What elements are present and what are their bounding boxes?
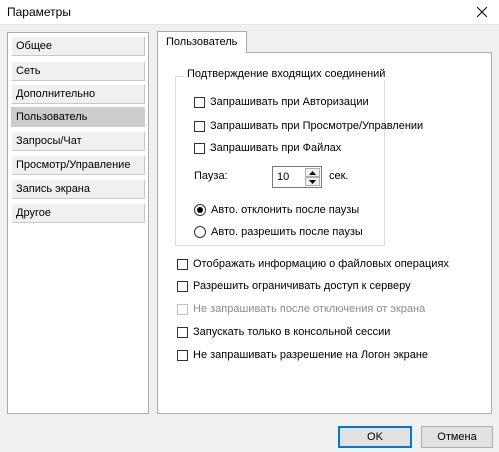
sidebar-item-view-control[interactable]: Просмотр/Управление [11, 155, 145, 175]
close-button[interactable] [465, 0, 499, 24]
checkbox-box[interactable] [194, 142, 205, 154]
sidebar-item-label: Просмотр/Управление [16, 159, 131, 171]
auto-reject-radio[interactable]: Авто. отклонить после паузы [194, 204, 359, 216]
sidebar-item-user[interactable]: Пользователь [11, 107, 145, 127]
checkbox-label: Не запрашивать после отключения от экран… [193, 303, 426, 315]
checkbox-box [177, 303, 188, 315]
sidebar-item-requests-chat[interactable]: Запросы/Чат [11, 131, 145, 151]
spin-up-button[interactable] [305, 168, 320, 177]
pause-unit-label: сек. [329, 170, 349, 182]
checkbox-label: Запускать только в консольной сессии [193, 326, 391, 338]
arrow-up-icon [309, 170, 316, 175]
checkbox-box[interactable] [194, 96, 205, 108]
checkbox-box[interactable] [194, 120, 205, 132]
close-icon [477, 7, 487, 17]
sidebar-item-label: Запросы/Чат [16, 135, 82, 147]
radio-label: Авто. отклонить после паузы [211, 204, 360, 216]
console-session-only-checkbox[interactable]: Запускать только в консольной сессии [177, 326, 390, 338]
checkbox-box[interactable] [177, 280, 188, 292]
category-list: Общее Сеть Дополнительно Пользователь За… [7, 32, 149, 414]
checkbox-label: Запрашивать при Авторизации [210, 96, 369, 108]
sidebar-item-label: Другое [16, 207, 51, 219]
sidebar-item-label: Пользователь [16, 111, 88, 123]
cancel-button-label: Отмена [437, 431, 477, 443]
no-ask-after-disconnect-checkbox: Не запрашивать после отключения от экран… [177, 303, 425, 315]
tab-user[interactable]: Пользователь [157, 31, 247, 53]
ask-on-view-control-checkbox[interactable]: Запрашивать при Просмотре/Управлении [194, 120, 423, 132]
no-ask-logon-screen-checkbox[interactable]: Не запрашивать разрешение на Логон экран… [177, 349, 428, 361]
group-title: Подтверждение входящих соединений [184, 68, 389, 80]
allow-restrict-access-checkbox[interactable]: Разрешить ограничивать доступ к серверу [177, 280, 411, 292]
auto-accept-radio[interactable]: Авто. разрешить после паузы [194, 226, 363, 238]
ask-on-authorization-checkbox[interactable]: Запрашивать при Авторизации [194, 96, 369, 108]
radio-circle[interactable] [194, 226, 206, 238]
arrow-down-icon [309, 179, 316, 184]
checkbox-label: Запрашивать при Просмотре/Управлении [210, 120, 424, 132]
checkbox-box[interactable] [177, 326, 188, 338]
checkbox-label: Отображать информацию о файловых операци… [193, 258, 449, 270]
spin-down-button[interactable] [305, 177, 320, 186]
ask-on-files-checkbox[interactable]: Запрашивать при Файлах [194, 142, 341, 154]
sidebar-item-label: Общее [16, 40, 53, 52]
sidebar-item-other[interactable]: Другое [11, 203, 145, 223]
sidebar-item-label: Запись экрана [16, 183, 91, 195]
settings-dialog: Параметры Общее Сеть Дополнительно Польз… [0, 0, 499, 452]
checkbox-label: Не запрашивать разрешение на Логон экран… [193, 349, 429, 361]
ok-button-label: OK [367, 431, 383, 443]
sidebar-item-label: Сеть [16, 65, 41, 77]
sidebar-item-screen-recording[interactable]: Запись экрана [11, 179, 145, 199]
title-bar[interactable]: Параметры [0, 0, 499, 25]
pause-input[interactable] [277, 169, 303, 185]
pause-spinner[interactable] [272, 166, 322, 188]
sidebar-item-general[interactable]: Общее [11, 36, 145, 56]
checkbox-label: Запрашивать при Файлах [210, 142, 342, 154]
radio-label: Авто. разрешить после паузы [211, 226, 363, 238]
radio-circle[interactable] [194, 204, 206, 216]
pause-label: Пауза: [194, 170, 228, 182]
sidebar-item-label: Дополнительно [16, 88, 96, 100]
show-file-operations-checkbox[interactable]: Отображать информацию о файловых операци… [177, 258, 449, 270]
checkbox-box[interactable] [177, 349, 188, 361]
sidebar-item-advanced[interactable]: Дополнительно [11, 84, 145, 104]
sidebar-item-network[interactable]: Сеть [11, 61, 145, 81]
ok-button[interactable]: OK [338, 426, 412, 448]
checkbox-label: Разрешить ограничивать доступ к серверу [193, 280, 411, 292]
cancel-button[interactable]: Отмена [421, 426, 493, 448]
window-title: Параметры [7, 5, 71, 19]
tab-label: Пользователь [166, 36, 238, 48]
checkbox-box[interactable] [177, 258, 188, 270]
